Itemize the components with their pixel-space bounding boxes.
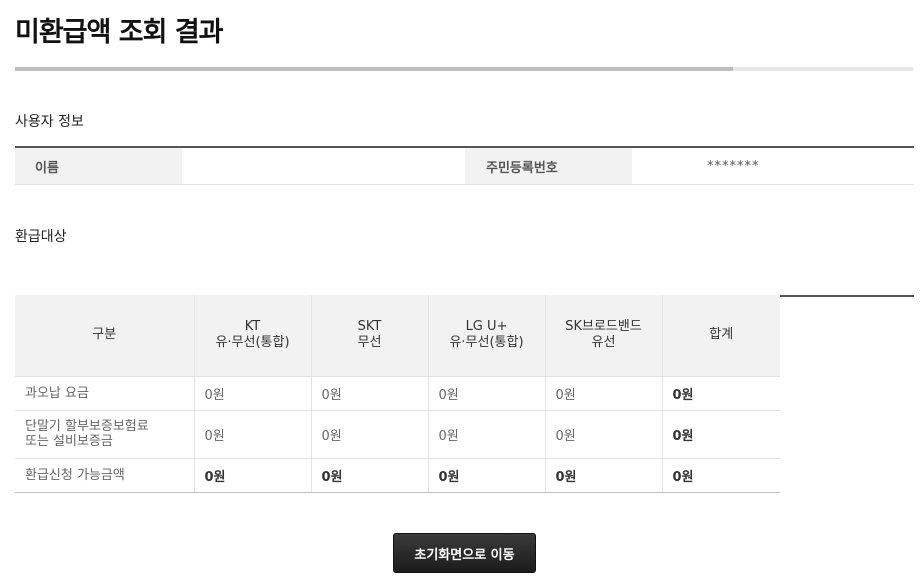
cell-skb: 0원 — [544, 410, 662, 459]
name-value — [182, 148, 465, 184]
name-label: 이름 — [15, 148, 182, 184]
user-info-section-title: 사용자 정보 — [15, 114, 84, 130]
cell-skb: 0원 — [544, 458, 662, 493]
resident-number-label: 주민등록번호 — [465, 148, 632, 184]
cell-skt: 0원 — [310, 410, 428, 459]
cell-kt: 0원 — [193, 410, 311, 459]
cell-skb: 0원 — [544, 376, 662, 411]
table-row: 과오납 요금 0원 0원 0원 0원 0원 — [15, 376, 780, 411]
header-total: 합계 — [661, 295, 780, 377]
header-kt: KT 유·무선(통합) — [193, 295, 311, 377]
header-skt: SKT 무선 — [310, 295, 428, 377]
refund-table: 구분 KT 유·무선(통합) SKT 무선 LG U+ 유·무선(통합) SK브… — [15, 295, 780, 493]
refund-target-section-title: 환급대상 — [15, 229, 67, 245]
header-category: 구분 — [15, 295, 194, 377]
table-row: 단말기 할부보증보험료 또는 설비보증금 0원 0원 0원 0원 0원 — [15, 410, 780, 459]
cell-skt: 0원 — [310, 376, 428, 411]
page-title: 미환급액 조회 결과 — [15, 17, 224, 48]
cell-total: 0원 — [661, 410, 780, 459]
cell-skt: 0원 — [310, 458, 428, 493]
progress-bar-fill — [15, 67, 734, 71]
cell-total: 0원 — [661, 376, 780, 411]
header-lg: LG U+ 유·무선(통합) — [427, 295, 545, 377]
cell-total: 0원 — [661, 458, 780, 493]
header-skb: SK브로드밴드 유선 — [544, 295, 662, 377]
cell-kt: 0원 — [193, 376, 311, 411]
go-to-home-button[interactable]: 초기화면으로 이동 — [393, 533, 536, 573]
row-label: 과오납 요금 — [15, 376, 194, 411]
user-info-table: 이름 주민등록번호 ******* — [15, 146, 914, 185]
table-row: 환급신청 가능금액 0원 0원 0원 0원 0원 — [15, 458, 780, 493]
cell-kt: 0원 — [193, 458, 311, 493]
progress-bar — [15, 67, 913, 71]
resident-number-value: ******* — [707, 158, 760, 174]
cell-lg: 0원 — [427, 376, 545, 411]
refund-table-header-row: 구분 KT 유·무선(통합) SKT 무선 LG U+ 유·무선(통합) SK브… — [15, 295, 780, 377]
cell-lg: 0원 — [427, 458, 545, 493]
row-label: 단말기 할부보증보험료 또는 설비보증금 — [15, 410, 194, 459]
row-label: 환급신청 가능금액 — [15, 458, 194, 493]
cell-lg: 0원 — [427, 410, 545, 459]
